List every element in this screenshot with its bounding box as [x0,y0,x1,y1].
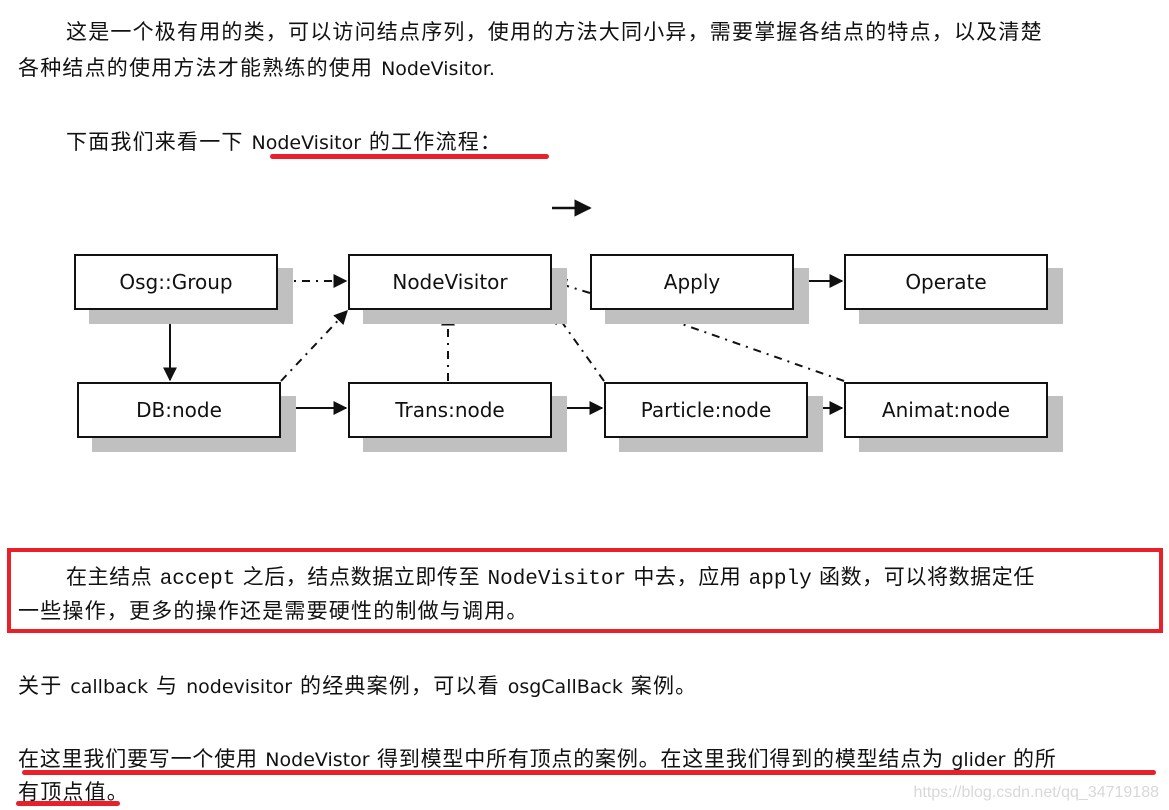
paragraph3-g: 案例。 [630,674,698,698]
node-db-node: DB:node [77,382,296,452]
highlight-l1-e: 中去，应用 [633,565,742,589]
watermark: https://blog.csdn.net/qq_34719188 [913,784,1159,801]
highlight-line2: 一些操作，更多的操作还是需要硬性的制做与调用。 [18,595,529,625]
node-particle-node: Particle:node [604,382,823,452]
highlight-l1-a: 在主结点 [66,565,153,589]
paragraph4-red-underline-1 [22,770,1156,775]
paragraph3-nodevisitor: nodevisitor [186,676,293,698]
highlight-l1-c: 之后，结点数据立即传至 [242,565,481,589]
highlight-line1: 在主结点 accept 之后，结点数据立即传至 NodeVisitor 中去，应… [66,561,1035,591]
node-db-node-label: DB:node [77,382,281,438]
node-animat-node-label: Animat:node [844,382,1048,438]
node-node-visitor: NodeVisitor [348,254,567,324]
node-apply: Apply [590,254,809,324]
highlight-l2: 一些操作，更多的操作还是需要硬性的制做与调用。 [18,599,529,623]
paragraph3-callback: callback [70,676,149,698]
highlight-l1-nodevisitor: NodeVisitor [487,568,627,591]
paragraph4-nodevistor: NodeVistor [265,749,370,771]
paragraph3-c: 与 [156,674,179,698]
node-operate: Operate [844,254,1063,324]
node-operate-label: Operate [844,254,1048,310]
highlight-l1-apply: apply [748,568,812,591]
paragraph3-e: 的经典案例，可以看 [300,674,500,698]
node-osg-group: Osg::Group [74,254,293,324]
node-particle-node-label: Particle:node [604,382,808,438]
paragraph4-c: 得到模型中所有顶点的案例。在这里我们得到的模型结点为 [377,747,944,771]
paragraph4-red-underline-2 [16,801,120,806]
highlight-l1-accept: accept [159,568,236,591]
paragraph3-osgcallback: osgCallBack [507,676,623,698]
node-trans-node-label: Trans:node [348,382,552,438]
highlight-l1-g: 函数，可以将数据定任 [818,565,1035,589]
node-osg-group-label: Osg::Group [74,254,278,310]
paragraph3: 关于 callback 与 nodevisitor 的经典案例，可以看 osgC… [18,670,697,700]
paragraph4-glider: glider [951,749,1006,771]
paragraph4-a: 在这里我们要写一个使用 [18,747,258,771]
paragraph3-a: 关于 [18,674,63,698]
paragraph4-line1: 在这里我们要写一个使用 NodeVistor 得到模型中所有顶点的案例。在这里我… [18,743,1057,773]
node-trans-node: Trans:node [348,382,567,452]
paragraph4-e: 的所 [1012,747,1057,771]
node-animat-node: Animat:node [844,382,1063,452]
node-node-visitor-label: NodeVisitor [348,254,552,310]
node-apply-label: Apply [590,254,794,310]
